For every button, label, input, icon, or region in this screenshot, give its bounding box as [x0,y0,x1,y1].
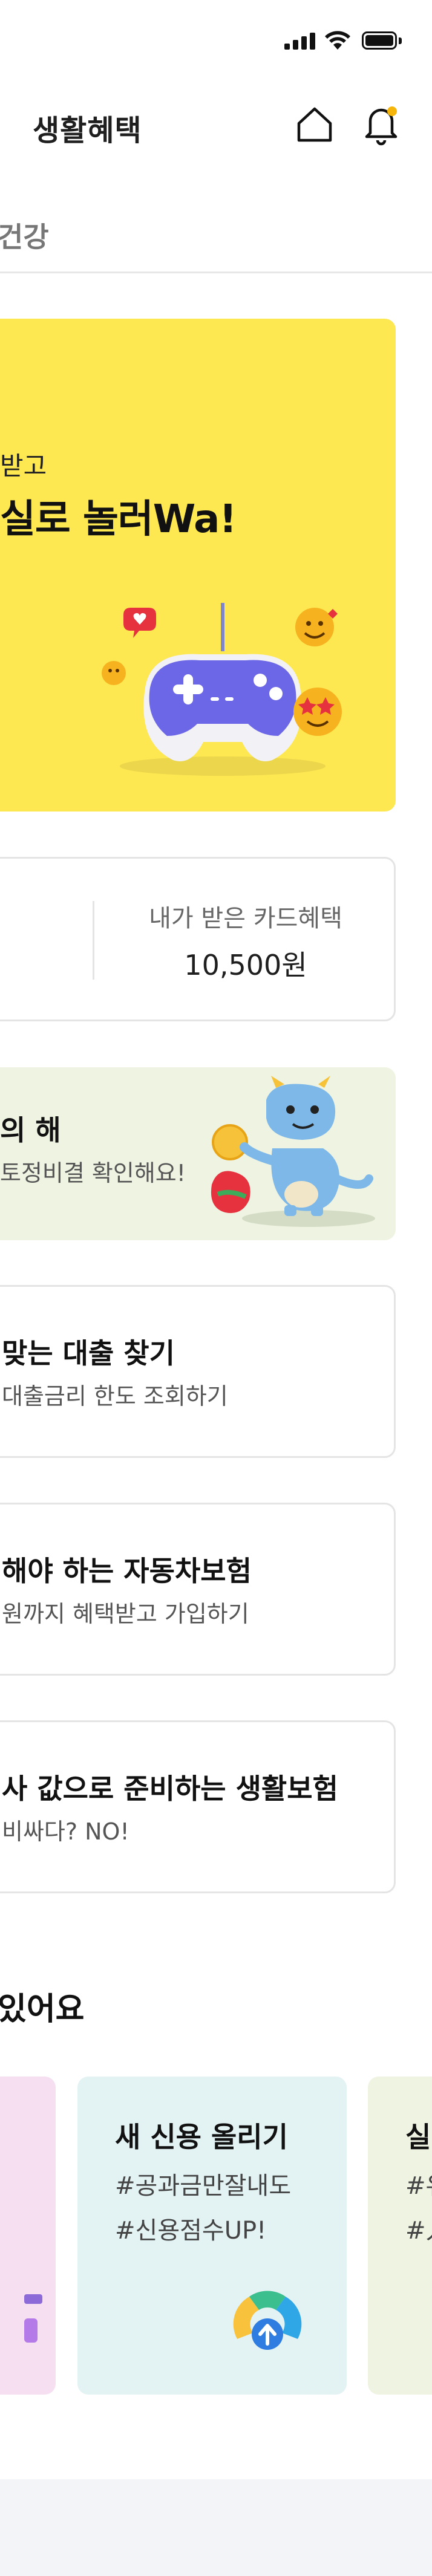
dragon-mascot-illustration [211,1076,375,1227]
divider [93,901,94,980]
game-controller-illustration [102,603,342,776]
tile-illustration [24,2294,42,2343]
home-icon[interactable] [293,103,336,146]
tile-partial-right[interactable]: 실 #유 #人 [368,2077,432,2395]
bell-icon[interactable] [359,102,403,146]
life-insurance-subtitle: 비싸다? NO! [2,1818,129,1845]
tile-credit-score[interactable]: 새 신용 올리기 #공과금만잘내도 #신용점수UP! [77,2077,347,2395]
card-benefit-value: 10,500원 [184,949,307,981]
signal-icon [284,33,316,50]
loan-card-subtitle: 대출금리 한도 조회하기 [2,1383,228,1410]
card-benefit-summary[interactable]: 내가 받은 카드혜택 10,500원 [0,857,396,1021]
loan-card-title: 맞는 대출 찾기 [2,1337,175,1370]
fortune-title: 의 해 [0,1114,61,1147]
tile-hashtag: #공과금만잘내도 [115,2172,292,2200]
app-header: 생활혜택 [0,85,432,169]
fortune-subtitle: 토정비결 확인해요! [0,1160,186,1186]
car-insurance-card[interactable]: 해야 하는 자동차보험 원까지 혜택받고 가입하기 [0,1503,396,1676]
fortune-banner[interactable]: 의 해 토정비결 확인해요! [0,1067,396,1240]
tile-hashtag: #人 [405,2217,432,2245]
card-benefit-label: 내가 받은 카드혜택 [149,905,342,932]
tile-hashtag: #유 [405,2172,432,2200]
banner-title: 실로 놀러Wa! [0,497,237,542]
page-title: 생활혜택 [33,114,142,148]
status-bar [0,0,432,85]
loan-finder-card[interactable]: 맞는 대출 찾기 대출금리 한도 조회하기 [0,1285,396,1458]
tile-title: 새 신용 올리기 [115,2121,288,2153]
banner-subtitle: 받고 [0,451,47,481]
life-insurance-title: 사 값으로 준비하는 생활보험 [2,1772,338,1805]
car-insurance-title: 해야 하는 자동차보험 [2,1555,252,1587]
tile-title: 실 [405,2121,431,2153]
battery-icon [362,31,402,51]
notification-dot [387,106,397,116]
credit-gauge-icon [233,2291,302,2350]
car-insurance-subtitle: 원까지 혜택받고 가입하기 [2,1601,249,1627]
tile-hashtag: #신용점수UP! [115,2217,267,2245]
category-tabbar: 건강 [0,206,432,273]
wifi-icon [325,31,350,50]
page-footer-background [0,2479,432,2576]
life-insurance-card[interactable]: 사 값으로 준비하는 생활보험 비싸다? NO! [0,1720,396,1893]
tab-health[interactable]: 건강 [0,215,49,255]
tile-partial-left[interactable] [0,2077,56,2395]
section-title: 있어요 [0,1991,85,2028]
promo-banner[interactable]: 받고 실로 놀러Wa! [0,319,396,812]
